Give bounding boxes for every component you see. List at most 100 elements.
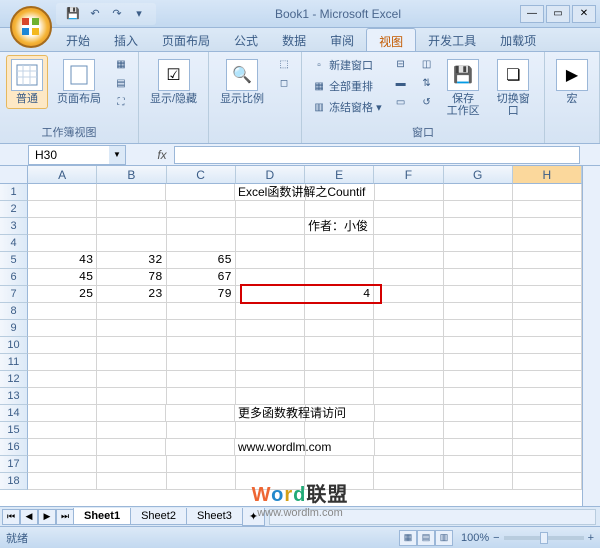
cell-H13[interactable] [513,388,582,405]
cell-A17[interactable] [28,456,97,473]
cell-D7[interactable] [236,286,305,303]
cell-A16[interactable] [28,439,97,456]
side-by-side-button[interactable]: ◫ [416,55,438,73]
cell-B8[interactable] [97,303,166,320]
cell-C17[interactable] [167,456,236,473]
row-header-15[interactable]: 15 [0,422,28,439]
cell-E6[interactable] [305,269,374,286]
cell-G11[interactable] [444,354,513,371]
row-header-14[interactable]: 14 [0,405,28,422]
cell-D11[interactable] [236,354,305,371]
cell-G2[interactable] [444,201,513,218]
cell-grid[interactable]: Excel函数讲解之Countif作者：小俊433265457867252379… [28,184,582,506]
name-box[interactable]: H30 [29,146,109,164]
cell-B15[interactable] [97,422,166,439]
cell-B7[interactable]: 23 [97,286,166,303]
cell-H15[interactable] [513,422,582,439]
cell-A11[interactable] [28,354,97,371]
save-icon[interactable]: 💾 [64,5,82,23]
cell-G8[interactable] [444,303,513,320]
cell-H9[interactable] [513,320,582,337]
cell-B18[interactable] [97,473,166,490]
close-button[interactable]: ✕ [572,5,596,23]
cell-D6[interactable] [236,269,305,286]
cell-E4[interactable] [305,235,374,252]
cell-D5[interactable] [236,252,305,269]
tab-pagelayout[interactable]: 页面布局 [150,28,222,51]
cell-H10[interactable] [513,337,582,354]
tab-view[interactable]: 视图 [366,28,416,51]
row-header-5[interactable]: 5 [0,252,28,269]
custom-views-button[interactable]: ▤ [110,74,132,92]
cell-H6[interactable] [513,269,582,286]
cell-A18[interactable] [28,473,97,490]
cell-B16[interactable] [97,439,166,456]
pagebreak-shortcut[interactable]: ▥ [435,530,453,546]
cell-H14[interactable] [513,405,582,422]
cell-E14[interactable] [306,405,375,422]
cell-H7[interactable] [513,286,582,303]
switch-windows-button[interactable]: ❏ 切换窗口 [489,55,538,121]
cell-F14[interactable] [375,405,444,422]
cell-D3[interactable] [236,218,305,235]
new-window-button[interactable]: ▫新建窗口 [308,55,386,75]
cell-H11[interactable] [513,354,582,371]
hide-button[interactable]: ▬ [390,74,412,92]
cell-F2[interactable] [374,201,443,218]
cell-F1[interactable] [375,184,444,201]
split-button[interactable]: ⊟ [390,55,412,73]
cell-E3[interactable]: 作者：小俊 [305,218,374,235]
cell-D1[interactable]: Excel函数讲解之Countif [235,184,306,201]
zoom-level[interactable]: 100% [461,532,489,544]
cell-D14[interactable]: 更多函数教程请访问 [235,405,306,422]
cell-G18[interactable] [444,473,513,490]
cell-H8[interactable] [513,303,582,320]
col-header-b[interactable]: B [97,166,166,184]
col-header-d[interactable]: D [236,166,305,184]
cell-H16[interactable] [513,439,582,456]
cell-G12[interactable] [444,371,513,388]
cell-B4[interactable] [97,235,166,252]
cell-A6[interactable]: 45 [28,269,97,286]
cell-C4[interactable] [167,235,236,252]
cell-C15[interactable] [167,422,236,439]
sync-scroll-button[interactable]: ⇅ [416,74,438,92]
col-header-e[interactable]: E [305,166,374,184]
new-sheet-button[interactable]: ✦ [242,508,265,526]
row-header-9[interactable]: 9 [0,320,28,337]
cell-H5[interactable] [513,252,582,269]
cell-G1[interactable] [444,184,513,201]
cell-E12[interactable] [305,371,374,388]
cell-H12[interactable] [513,371,582,388]
save-workspace-button[interactable]: 💾 保存 工作区 [442,55,485,121]
cell-D12[interactable] [236,371,305,388]
cell-F10[interactable] [374,337,443,354]
row-header-16[interactable]: 16 [0,439,28,456]
cell-B14[interactable] [97,405,166,422]
cell-A9[interactable] [28,320,97,337]
cell-E7[interactable]: 4 [305,286,374,303]
cell-E18[interactable] [305,473,374,490]
row-header-13[interactable]: 13 [0,388,28,405]
select-all-corner[interactable] [0,166,28,184]
col-header-a[interactable]: A [28,166,97,184]
row-header-4[interactable]: 4 [0,235,28,252]
cell-G17[interactable] [444,456,513,473]
cell-A7[interactable]: 25 [28,286,97,303]
zoom-thumb[interactable] [540,532,548,544]
cell-C1[interactable] [166,184,235,201]
cell-F6[interactable] [374,269,443,286]
cell-D17[interactable] [236,456,305,473]
cell-D13[interactable] [236,388,305,405]
cell-D15[interactable] [236,422,305,439]
cell-A2[interactable] [28,201,97,218]
cell-E5[interactable] [305,252,374,269]
pagelayout-shortcut[interactable]: ▤ [417,530,435,546]
cell-A1[interactable] [28,184,97,201]
row-header-17[interactable]: 17 [0,456,28,473]
tab-developer[interactable]: 开发工具 [416,28,488,51]
last-sheet-button[interactable]: ⏭ [56,509,74,525]
normal-view-shortcut[interactable]: ▦ [399,530,417,546]
cell-A4[interactable] [28,235,97,252]
col-header-c[interactable]: C [167,166,236,184]
